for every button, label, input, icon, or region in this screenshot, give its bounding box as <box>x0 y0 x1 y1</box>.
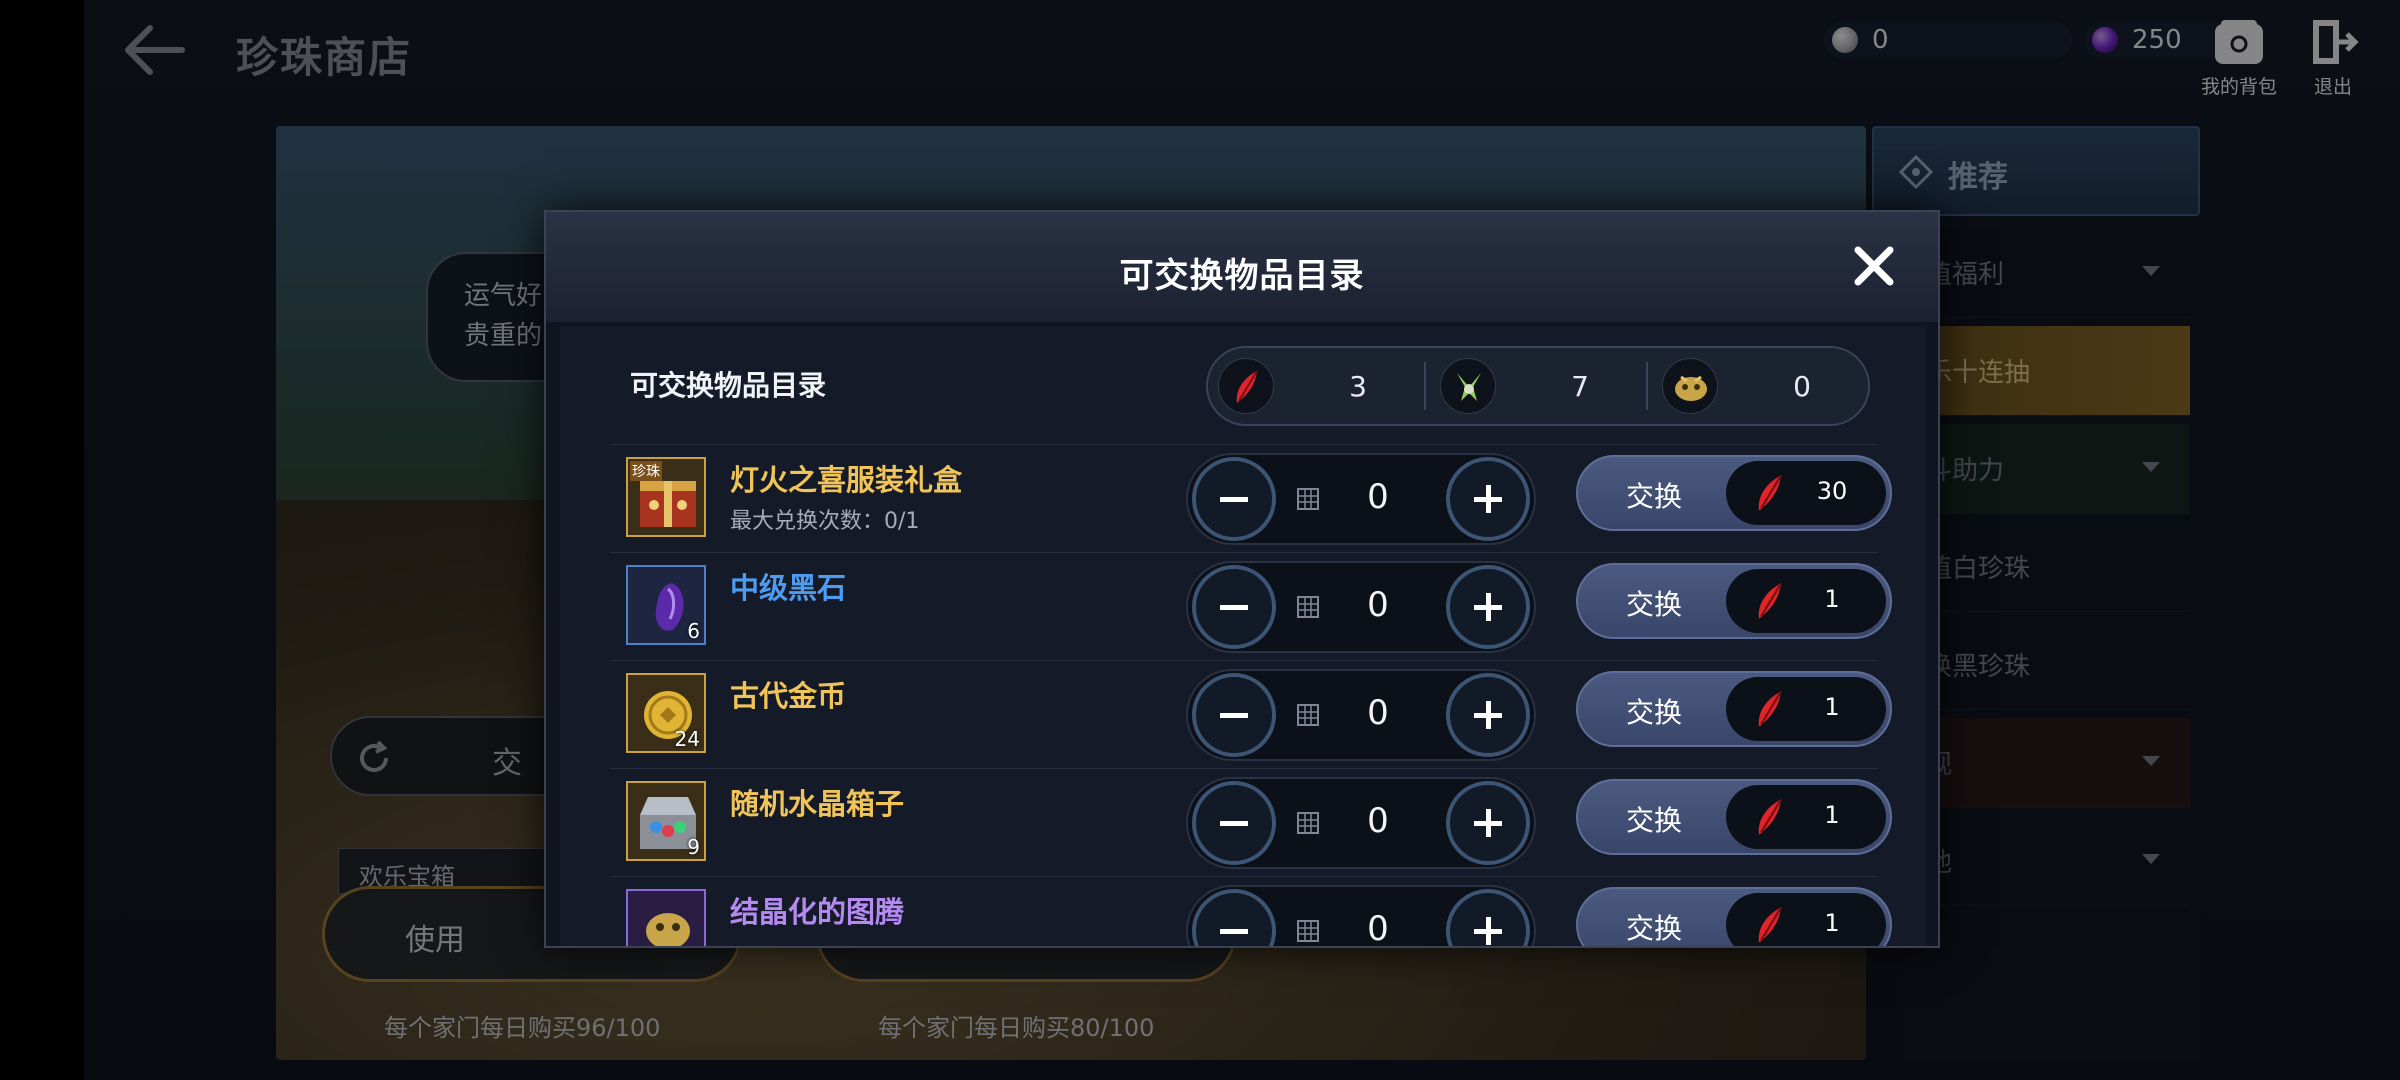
price-tag: 30 <box>1726 461 1886 525</box>
item-stack-count: 24 <box>674 727 700 751</box>
calculator-icon[interactable] <box>1296 487 1320 511</box>
decrease-button[interactable] <box>1192 457 1276 541</box>
decrease-button[interactable] <box>1192 565 1276 649</box>
red-feather-icon <box>1758 690 1782 727</box>
quantity-value[interactable]: 0 <box>1338 801 1418 841</box>
item-stack-count: 9 <box>687 835 700 859</box>
quantity-value[interactable]: 0 <box>1338 693 1418 733</box>
green-token-icon <box>1440 358 1496 414</box>
crystal-chest-icon: 9 <box>626 781 706 861</box>
quantity-value[interactable]: 0 <box>1338 909 1418 946</box>
catalog-header: 可交换物品目录 3 7 0 <box>560 326 1926 444</box>
quantity-stepper: 0 <box>1186 561 1536 653</box>
item-name: 结晶化的图腾 <box>730 895 905 929</box>
red-feather-icon <box>1758 906 1782 943</box>
price-value: 1 <box>1824 693 1840 721</box>
price-value: 1 <box>1824 801 1840 829</box>
exchange-token-inventory: 3 7 0 <box>1206 346 1870 426</box>
exchange-button[interactable]: 交换 1 <box>1576 779 1892 855</box>
price-tag: 1 <box>1726 893 1886 946</box>
quantity-stepper: 0 <box>1186 453 1536 545</box>
token-slot: 3 <box>1208 348 1426 424</box>
item-name: 灯火之喜服装礼盒 <box>730 463 963 497</box>
token-count: 7 <box>1571 370 1589 403</box>
quantity-stepper: 0 <box>1186 669 1536 761</box>
golden-mask-icon <box>1662 358 1718 414</box>
exchange-button[interactable]: 交换 1 <box>1576 563 1892 639</box>
item-name: 古代金币 <box>730 679 847 713</box>
red-feather-icon <box>1218 358 1274 414</box>
item-badge: 珍珠 <box>630 461 662 481</box>
exchange-button[interactable]: 交换 1 <box>1576 671 1892 747</box>
modal-header: 可交换物品目录 <box>546 212 1938 322</box>
token-count: 3 <box>1349 370 1367 403</box>
black-stone-icon: 6 <box>626 565 706 645</box>
exchange-label: 交换 <box>1626 696 1683 729</box>
exchange-item-row: 24 古代金币 0 交换 1 <box>610 660 1892 768</box>
catalog-title: 可交换物品目录 <box>630 369 827 402</box>
quantity-stepper: 0 <box>1186 777 1536 869</box>
decrease-button[interactable] <box>1192 781 1276 865</box>
exchange-button[interactable]: 交换 30 <box>1576 455 1892 531</box>
price-value: 30 <box>1816 477 1848 505</box>
item-name: 随机水晶箱子 <box>730 787 905 821</box>
increase-button[interactable] <box>1446 889 1530 946</box>
exchange-button[interactable]: 交换 1 <box>1576 887 1892 946</box>
red-feather-icon <box>1758 582 1782 619</box>
exchange-label: 交换 <box>1626 480 1683 513</box>
calculator-icon[interactable] <box>1296 919 1320 943</box>
exchange-label: 交换 <box>1626 912 1683 945</box>
exchange-catalog-modal: 可交换物品目录 可交换物品目录 3 7 0 珍珠 灯火之喜服装礼盒 最大兑换次数… <box>544 210 1940 948</box>
modal-title: 可交换物品目录 <box>1119 256 1365 296</box>
exchange-item-row: 珍珠 灯火之喜服装礼盒 最大兑换次数：0/1 0 交换 30 <box>610 444 1892 552</box>
token-count: 0 <box>1793 370 1811 403</box>
costume-box-icon: 珍珠 <box>626 457 706 537</box>
token-slot: 0 <box>1652 348 1870 424</box>
quantity-value[interactable]: 0 <box>1338 477 1418 517</box>
close-icon <box>1854 246 1894 286</box>
calculator-icon[interactable] <box>1296 703 1320 727</box>
price-tag: 1 <box>1726 569 1886 633</box>
divider <box>1646 362 1648 410</box>
item-name: 中级黑石 <box>730 571 847 605</box>
increase-button[interactable] <box>1446 781 1530 865</box>
exchange-item-row: 6 中级黑石 0 交换 1 <box>610 552 1892 660</box>
red-feather-icon <box>1758 798 1782 835</box>
close-button[interactable] <box>1852 244 1896 288</box>
exchange-label: 交换 <box>1626 588 1683 621</box>
totem-icon <box>626 889 706 946</box>
price-value: 1 <box>1824 585 1840 613</box>
decrease-button[interactable] <box>1192 889 1276 946</box>
calculator-icon[interactable] <box>1296 595 1320 619</box>
modal-body: 可交换物品目录 3 7 0 珍珠 灯火之喜服装礼盒 最大兑换次数：0/1 0 交… <box>560 326 1926 946</box>
exchange-label: 交换 <box>1626 804 1683 837</box>
token-slot: 7 <box>1430 348 1648 424</box>
decrease-button[interactable] <box>1192 673 1276 757</box>
price-tag: 1 <box>1726 677 1886 741</box>
item-stack-count: 6 <box>687 619 700 643</box>
increase-button[interactable] <box>1446 565 1530 649</box>
divider <box>1424 362 1426 410</box>
increase-button[interactable] <box>1446 457 1530 541</box>
gold-coin-icon: 24 <box>626 673 706 753</box>
item-exchange-limit: 最大兑换次数：0/1 <box>730 509 920 534</box>
price-value: 1 <box>1824 909 1840 937</box>
exchange-item-row: 9 随机水晶箱子 0 交换 1 <box>610 768 1892 876</box>
calculator-icon[interactable] <box>1296 811 1320 835</box>
quantity-value[interactable]: 0 <box>1338 585 1418 625</box>
red-feather-icon <box>1758 474 1782 511</box>
quantity-stepper: 0 <box>1186 885 1536 946</box>
exchange-item-row: 结晶化的图腾 0 交换 1 <box>610 876 1892 946</box>
price-tag: 1 <box>1726 785 1886 849</box>
increase-button[interactable] <box>1446 673 1530 757</box>
